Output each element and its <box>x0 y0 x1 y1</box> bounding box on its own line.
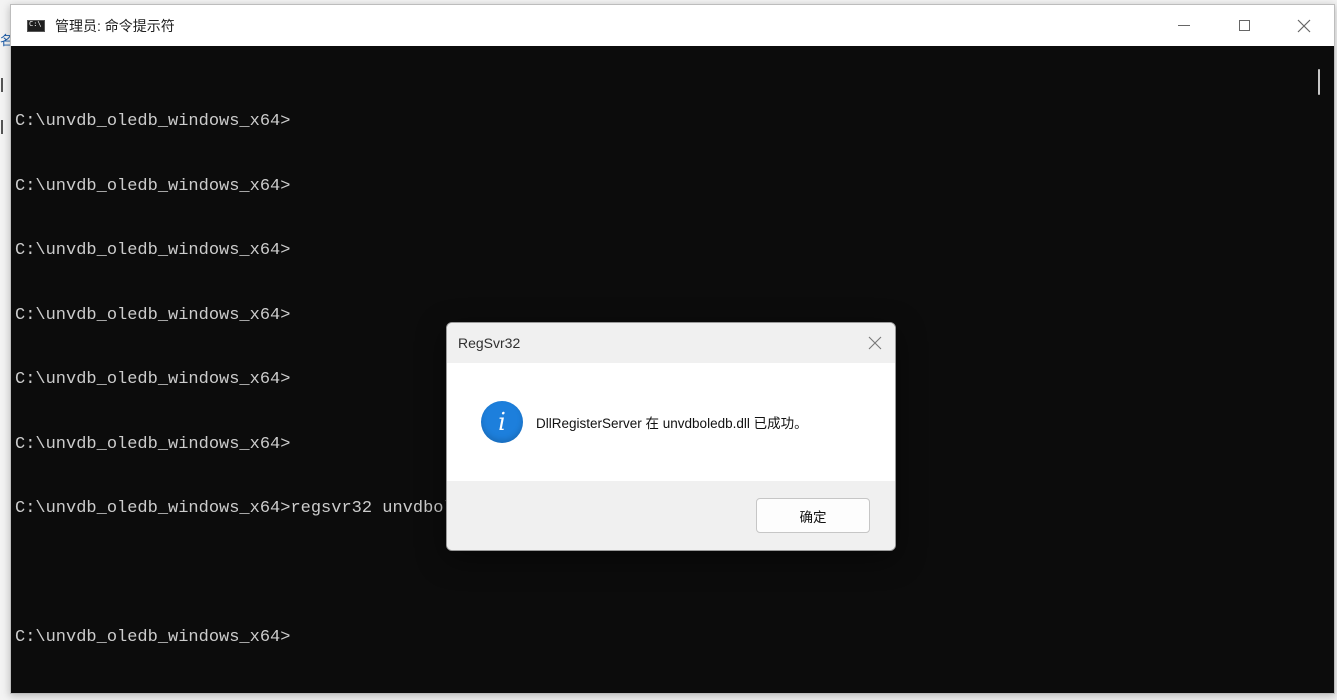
dialog-footer: 确定 <box>447 481 895 550</box>
close-icon <box>868 336 882 350</box>
close-button[interactable] <box>1274 5 1334 46</box>
dialog-body: i DllRegisterServer 在 unvdboledb.dll 已成功… <box>447 363 895 481</box>
dialog-message: DllRegisterServer 在 unvdboledb.dll 已成功。 <box>536 416 808 431</box>
cmd-icon[interactable] <box>27 19 45 32</box>
window-controls <box>1154 5 1334 46</box>
window-title: 管理员: 命令提示符 <box>55 17 175 34</box>
maximize-button[interactable] <box>1214 5 1274 46</box>
minimize-button[interactable] <box>1154 5 1214 46</box>
maximize-icon <box>1238 20 1250 31</box>
title-bar[interactable]: 管理员: 命令提示符 <box>11 5 1334 46</box>
background-mark <box>1 78 3 92</box>
close-icon <box>1297 19 1311 32</box>
scrollbar-thumb[interactable] <box>1318 69 1320 95</box>
minimize-icon <box>1178 25 1190 26</box>
console-line: C:\unvdb_oledb_windows_x64> <box>15 176 291 196</box>
dialog-close-button[interactable] <box>863 331 887 355</box>
info-icon: i <box>481 401 523 443</box>
console-line: C:\unvdb_oledb_windows_x64> <box>15 112 291 131</box>
dialog-title-bar[interactable]: RegSvr32 <box>447 323 895 363</box>
console-line: C:\unvdb_oledb_windows_x64> <box>15 628 291 647</box>
dialog-title: RegSvr32 <box>458 335 521 351</box>
console-line: C:\unvdb_oledb_windows_x64> <box>15 241 291 260</box>
ok-button[interactable]: 确定 <box>756 498 870 533</box>
background-mark <box>1 120 3 134</box>
regsvr32-dialog: RegSvr32 i DllRegisterServer 在 unvdboled… <box>446 322 896 551</box>
